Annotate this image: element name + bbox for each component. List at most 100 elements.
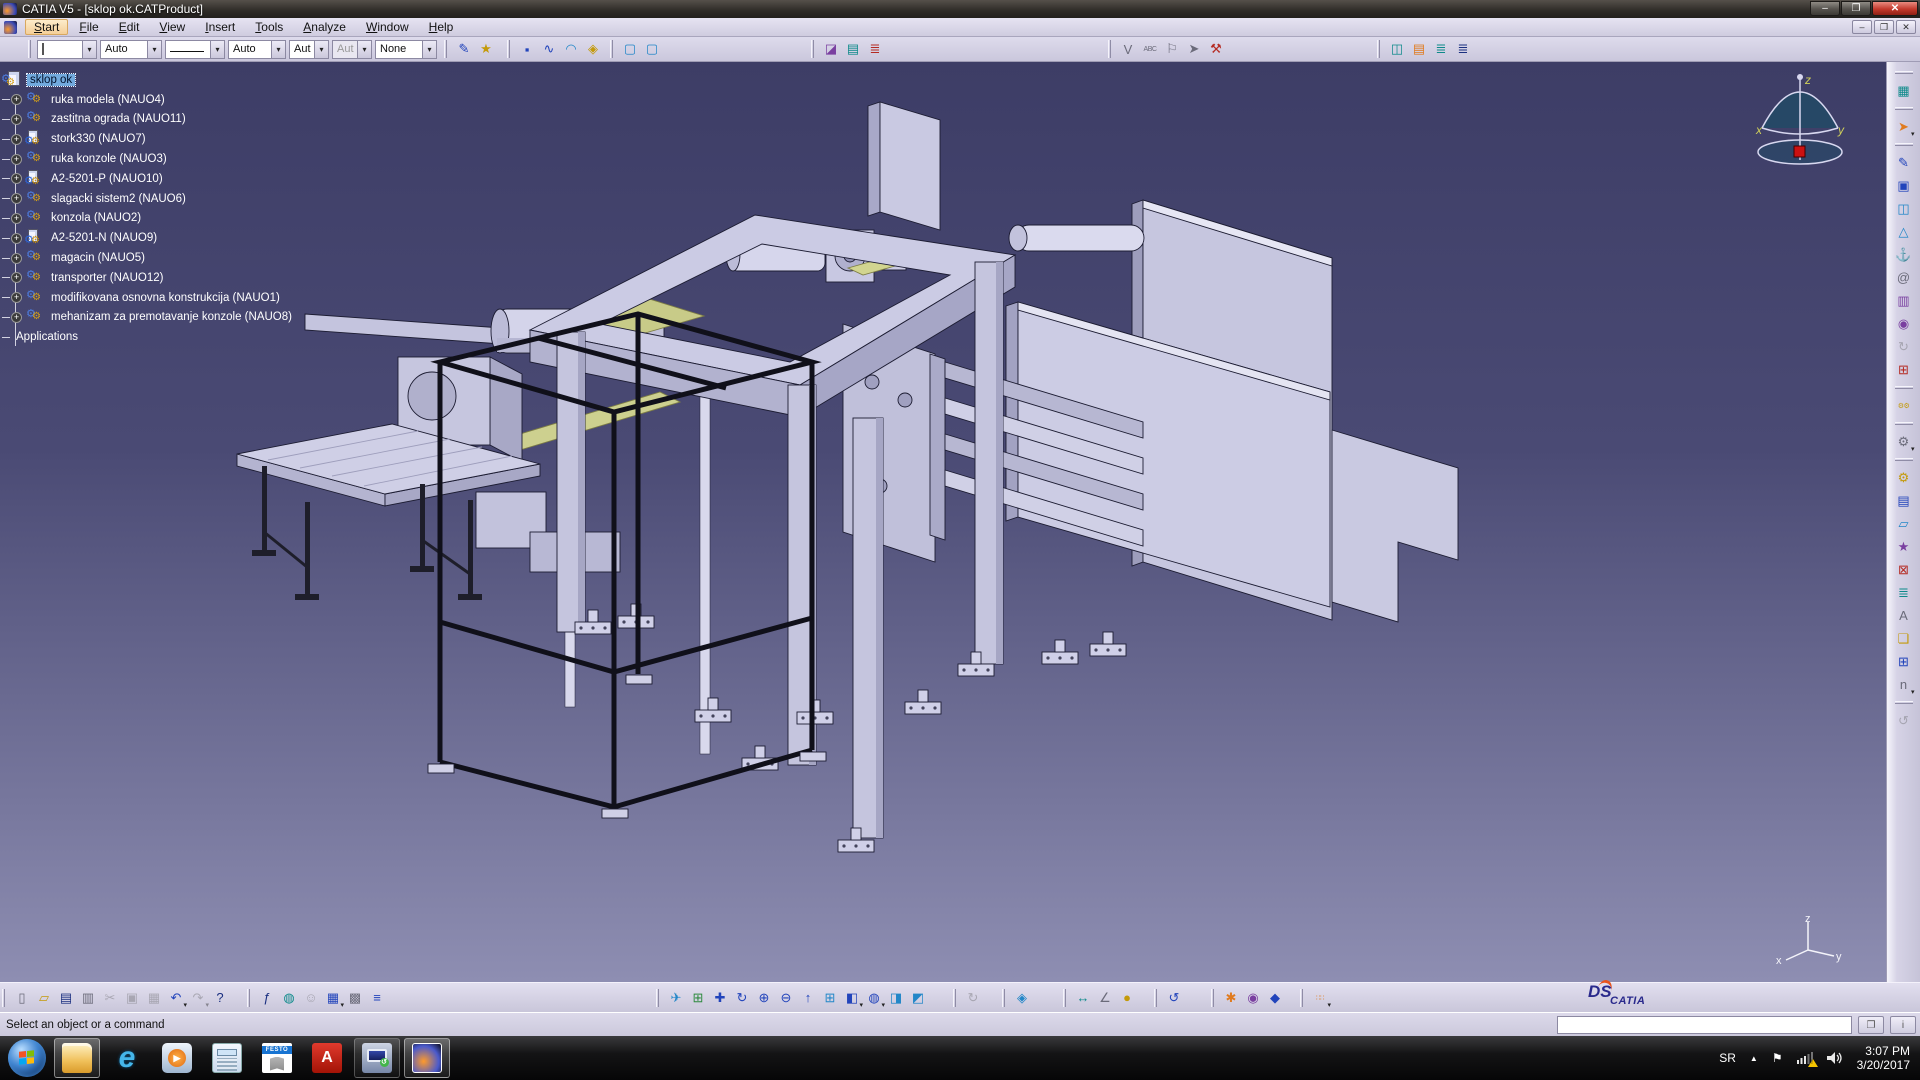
relations-icon[interactable]: ≡ (366, 987, 388, 1008)
toolbar-handle[interactable] (507, 40, 510, 58)
toolbar-handle[interactable] (1895, 107, 1913, 110)
toolbar-handle[interactable] (656, 989, 659, 1007)
delete-component-icon[interactable]: ⊠ (1893, 559, 1915, 580)
measure-item-icon[interactable]: ∠ (1094, 987, 1116, 1008)
turntable-icon[interactable]: ↺ (1163, 987, 1185, 1008)
point-icon[interactable]: ▪ (516, 39, 538, 60)
copy-graphic-properties-icon[interactable]: ✎ (453, 39, 475, 60)
toolbar-handle[interactable] (1300, 989, 1303, 1007)
tree-item[interactable]: +⚙⚙konzola (NAUO2) (2, 209, 422, 229)
normal-view-icon[interactable]: ↑ (797, 987, 819, 1008)
anchor-constraint-icon[interactable]: ⚓ (1893, 244, 1915, 265)
rotate-icon[interactable]: ↻ (731, 987, 753, 1008)
menu-view[interactable]: View (150, 19, 194, 35)
tree-item[interactable]: +⚙⚙mehanizam za premotavanje konzole (NA… (2, 308, 422, 328)
zoom-out-icon[interactable]: ⊖ (775, 987, 797, 1008)
minimize-button[interactable]: – (1810, 1, 1840, 16)
gear-document-icon[interactable]: ▤ (1893, 490, 1915, 511)
new-part-star-icon[interactable]: ★ (1893, 536, 1915, 557)
formula-icon[interactable]: ƒ (256, 987, 278, 1008)
toolbar-handle[interactable] (1895, 143, 1913, 146)
taskbar-remote-desktop[interactable]: ↺ (354, 1038, 400, 1078)
expand-dialog-button[interactable]: ❐ (1858, 1016, 1884, 1034)
photo-studio-icon[interactable]: ◉ (1242, 987, 1264, 1008)
toolbar-handle[interactable] (610, 40, 613, 58)
toolbar-handle[interactable] (1895, 422, 1913, 425)
tree-item[interactable]: +⚙⚙stork330 (NAUO7) (2, 129, 422, 149)
toolbar-handle[interactable] (444, 40, 447, 58)
tree-expander[interactable]: + (11, 213, 22, 224)
undo-icon[interactable]: ↶▾ (165, 987, 187, 1008)
mechanism-gears-icon[interactable]: ⚙⚙ (1893, 395, 1915, 416)
dropdown-arrow-icon[interactable]: ▾ (271, 41, 285, 58)
tree-expander[interactable]: + (11, 114, 22, 125)
comment-icon[interactable]: ◍ (278, 987, 300, 1008)
tree-item[interactable]: +⚙⚙modifikovana osnovna konstrukcija (NA… (2, 288, 422, 308)
tree-item-label[interactable]: A2-5201-P (NAUO10) (48, 173, 166, 185)
apply-material-icon[interactable]: ▦ (1893, 80, 1915, 101)
tree-item[interactable]: +⚙⚙A2-5201-P (NAUO10) (2, 169, 422, 189)
render-style-icon[interactable]: ◍▾ (863, 987, 885, 1008)
smart-component-icon[interactable]: ⊞ (1893, 359, 1915, 380)
menu-analyze[interactable]: Analyze (294, 19, 355, 35)
welding-symbol-icon[interactable]: ⚒ (1205, 39, 1227, 60)
dropdown-arrow-icon[interactable]: ▾ (147, 41, 161, 58)
fly-mode-icon[interactable]: ✈ (665, 987, 687, 1008)
pocket-right-icon[interactable]: ▢ (641, 39, 663, 60)
tree-expander[interactable]: + (11, 233, 22, 244)
taskbar-internet-explorer[interactable]: e (104, 1038, 150, 1078)
spline-icon[interactable]: ∿ (538, 39, 560, 60)
menu-window[interactable]: Window (357, 19, 418, 35)
design-table-icon[interactable]: ▦▾ (322, 987, 344, 1008)
toolbar-handle[interactable] (1895, 458, 1913, 461)
toolbar-handle[interactable] (1211, 989, 1214, 1007)
action-center-flag-icon[interactable]: ⚑ (1772, 1051, 1783, 1065)
mdi-close-button[interactable]: ✕ (1896, 20, 1916, 34)
zoom-in-icon[interactable]: ⊕ (753, 987, 775, 1008)
paste-icon[interactable]: ▦ (143, 987, 165, 1008)
mdi-minimize-button[interactable]: – (1852, 20, 1872, 34)
fit-all-in-icon[interactable]: ⊞ (687, 987, 709, 1008)
sketcher-icon[interactable]: ✎ (1893, 152, 1915, 173)
healing-icon[interactable]: ◈ (582, 39, 604, 60)
toolbar-handle[interactable] (28, 40, 31, 58)
tree-reorder-icon[interactable]: ≣ (1452, 39, 1474, 60)
tree-item-label[interactable]: mehanizam za premotavanje konzole (NAUO8… (48, 311, 295, 323)
graph-tree-reorder-icon[interactable]: ≣ (1893, 582, 1915, 603)
view-mode-shaded-icon[interactable]: ◨ (885, 987, 907, 1008)
apply-scene-icon[interactable]: ◆ (1264, 987, 1286, 1008)
tree-item[interactable]: +⚙⚙A2-5201-N (NAUO9) (2, 228, 422, 248)
toolbar-handle[interactable] (1377, 40, 1380, 58)
tree-expander[interactable]: + (11, 94, 22, 105)
cut-icon[interactable]: ✂ (99, 987, 121, 1008)
tree-expander[interactable]: + (11, 272, 22, 283)
part-icon[interactable]: ▣ (1893, 175, 1915, 196)
tree-expander[interactable]: + (11, 134, 22, 145)
measure-between-icon[interactable]: ↔ (1072, 987, 1094, 1008)
toolbar-handle[interactable] (1895, 386, 1913, 389)
video-camera-icon[interactable]: ◉ (1893, 313, 1915, 334)
dropdown-arrow-icon[interactable]: ▾ (314, 41, 328, 58)
tree-item-label[interactable]: A2-5201-N (NAUO9) (48, 232, 160, 244)
image-capture-icon[interactable]: ▥ (1893, 290, 1915, 311)
weld-feature-icon[interactable]: V (1117, 39, 1139, 60)
text-annotation-icon[interactable]: ABC (1139, 39, 1161, 60)
tree-item[interactable]: +⚙⚙ruka modela (NAUO4) (2, 90, 422, 110)
open-document-icon[interactable]: ▱ (33, 987, 55, 1008)
point-symbol-dropdown[interactable]: Aut▾ (289, 40, 329, 59)
tree-item-label[interactable]: magacin (NAUO5) (48, 252, 148, 264)
tree-expander[interactable]: + (11, 292, 22, 303)
generate-numbering-icon[interactable]: A (1893, 605, 1915, 626)
view-mode-edges-icon[interactable]: ◩ (907, 987, 929, 1008)
sew-surface-icon[interactable]: ◪ (820, 39, 842, 60)
erase-napkin-icon[interactable]: ◈ (1011, 987, 1033, 1008)
save-icon[interactable]: ▤ (55, 987, 77, 1008)
whats-this-help-icon[interactable]: ? (209, 987, 231, 1008)
restore-button[interactable]: ❐ (1841, 1, 1871, 16)
insert-component-window-icon[interactable]: ◫ (1386, 39, 1408, 60)
taskbar-calculator[interactable] (204, 1038, 250, 1078)
taskbar-catia[interactable] (404, 1038, 450, 1078)
line-weight-dropdown[interactable]: Auto▾ (228, 40, 286, 59)
tree-item-label[interactable]: konzola (NAUO2) (48, 212, 144, 224)
fill-color-dropdown[interactable]: ▾ (37, 40, 97, 59)
